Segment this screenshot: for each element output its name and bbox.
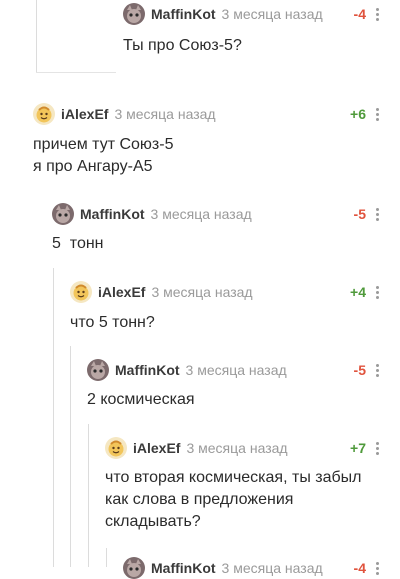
smiley-avatar-icon[interactable]: [33, 103, 55, 125]
cat-avatar-icon[interactable]: [52, 203, 74, 225]
comment-author[interactable]: MaffinKot: [151, 560, 216, 576]
more-vertical-icon[interactable]: [374, 103, 380, 125]
more-vertical-icon[interactable]: [374, 281, 380, 303]
comment-text-line: как слова в предложения: [105, 491, 294, 508]
thread-branch-line: [70, 346, 71, 567]
comment-author[interactable]: MaffinKot: [151, 6, 216, 22]
comment-time[interactable]: 3 месяца назад: [186, 362, 287, 378]
comment-rating: +7: [350, 440, 366, 456]
comment-time[interactable]: 3 месяца назад: [151, 206, 252, 222]
comment-rating: -5: [353, 206, 366, 222]
comment-author[interactable]: iAlexEf: [61, 106, 108, 122]
comment-author[interactable]: MaffinKot: [115, 362, 180, 378]
thread-branch-line: [53, 268, 54, 567]
cat-avatar-icon[interactable]: [123, 3, 145, 25]
comment-rating: -5: [353, 362, 366, 378]
more-vertical-icon[interactable]: [374, 557, 380, 579]
comment-time[interactable]: 3 месяца назад: [222, 560, 323, 576]
comment-text-line: что вторая космическая, ты забыл: [105, 469, 362, 486]
thread-branch-line: [36, 0, 37, 72]
cat-avatar-icon[interactable]: [123, 557, 145, 579]
comment-author[interactable]: iAlexEf: [133, 440, 180, 456]
comment-time[interactable]: 3 месяца назад: [151, 284, 252, 300]
more-vertical-icon[interactable]: [374, 359, 380, 381]
comment-text-line: Ты про Союз-5?: [123, 37, 242, 54]
comment-text-line: что 5 тонн?: [70, 314, 155, 331]
smiley-avatar-icon[interactable]: [105, 437, 127, 459]
comment-time[interactable]: 3 месяца назад: [114, 106, 215, 122]
comment-text-line: причем тут Союз-5: [33, 136, 174, 153]
comment-time[interactable]: 3 месяца назад: [186, 440, 287, 456]
more-vertical-icon[interactable]: [374, 3, 380, 25]
comment-text-line: я про Ангару-А5: [33, 158, 153, 175]
smiley-avatar-icon[interactable]: [70, 281, 92, 303]
comment-text-line: 5 тонн: [52, 235, 104, 252]
comment-rating: -4: [353, 6, 366, 22]
comment-time[interactable]: 3 месяца назад: [222, 6, 323, 22]
more-vertical-icon[interactable]: [374, 203, 380, 225]
more-vertical-icon[interactable]: [374, 437, 380, 459]
thread-branch-line: [106, 548, 107, 567]
cat-avatar-icon[interactable]: [87, 359, 109, 381]
comment-rating: +6: [350, 106, 366, 122]
comment-text-line: 2 космическая: [87, 391, 195, 408]
comment-author[interactable]: MaffinKot: [80, 206, 145, 222]
comment-rating: +4: [350, 284, 366, 300]
comment-rating: -4: [353, 560, 366, 576]
comment-text-line: складывать?: [105, 513, 201, 530]
thread-branch-line: [88, 424, 89, 567]
comment-author[interactable]: iAlexEf: [98, 284, 145, 300]
thread-divider: [36, 72, 116, 73]
